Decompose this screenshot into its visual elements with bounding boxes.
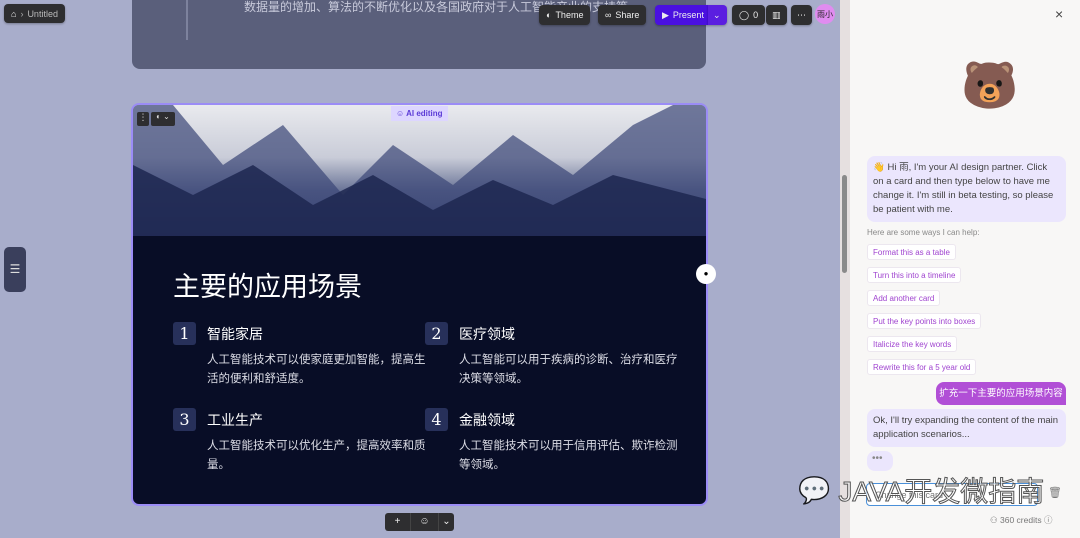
palette-icon: ◐ ⌄ [156, 112, 170, 121]
suggestion-chip[interactable]: Turn this into a timeline [867, 267, 962, 283]
more-button[interactable]: ⋯ [791, 5, 812, 25]
present-label: Present [672, 10, 704, 20]
mascot-illustration: 🐻 [961, 59, 1019, 111]
avatar-initials: 雨小 [817, 9, 833, 19]
credits-label: 360 credits [999, 515, 1042, 525]
mountain-image [133, 105, 706, 236]
outline-toggle[interactable]: ☰ [4, 247, 26, 292]
item-number: 4 [425, 408, 448, 431]
palette-icon: ◐ [546, 10, 552, 20]
item-number: 3 [173, 408, 196, 431]
credits-icon: ⚇ [990, 515, 1000, 525]
breadcrumb[interactable]: ⌂ › Untitled [4, 4, 65, 23]
close-icon[interactable]: × [1055, 6, 1063, 22]
item-number: 2 [425, 322, 448, 345]
comments-count: 0 [753, 10, 759, 20]
link-icon: ∞ [605, 10, 612, 20]
add-card-button[interactable]: + [385, 513, 410, 531]
present-dropdown[interactable]: ⌄ [708, 5, 727, 25]
item-title: 医疗领域 [459, 326, 515, 342]
typing-indicator: ••• [867, 451, 893, 471]
trash-icon[interactable]: 🗑 [1048, 486, 1062, 499]
more-icon: ⋯ [797, 9, 806, 20]
selected-card[interactable]: ⋮ ◐ ⌄ ☺ AI editing 主要的应用场景 1 智能家居人工智能技术可以… [131, 103, 708, 506]
comment-icon: ● [703, 269, 709, 278]
item-title: 金融领域 [459, 412, 515, 428]
suggestion-chip[interactable]: Add another card [867, 290, 941, 306]
share-button[interactable]: ∞ Share [598, 5, 647, 25]
item-desc: 人工智能技术可以用于信用评估、欺诈检测等领域。 [459, 440, 678, 471]
divider [186, 0, 188, 40]
avatar[interactable]: 雨小 [815, 4, 835, 24]
card-style-button[interactable]: ◐ ⌄ [151, 112, 175, 126]
suggestion-chip[interactable]: Rewrite this for a 5 year old [867, 359, 977, 375]
chevron-right-icon: › [20, 8, 24, 19]
comment-bubble-button[interactable]: ● [696, 264, 716, 284]
bar-chart-icon: ▥ [772, 9, 781, 20]
info-icon[interactable]: ⓘ [1044, 515, 1053, 525]
credits: ⚇ 360 credits ⓘ [990, 514, 1052, 526]
suggestion-chip[interactable]: Italicize the key words [867, 336, 958, 352]
ai-badge-label: AI editing [406, 109, 443, 118]
item-title: 智能家居 [207, 326, 263, 342]
comment-icon: ◯ [739, 9, 750, 20]
present-button[interactable]: ▶ Present [655, 5, 708, 25]
item-desc: 人工智能技术可以使家庭更加智能，提高生活的便利和舒适度。 [207, 354, 426, 385]
ai-add-button[interactable]: ☺ [410, 513, 438, 531]
analytics-button[interactable]: ▥ [766, 5, 787, 25]
item-desc: 人工智能可以用于疾病的诊断、治疗和医疗决策等领域。 [459, 354, 678, 385]
home-icon: ⌂ [11, 8, 17, 19]
user-message: 扩充一下主要的应用场景内容 [936, 382, 1066, 405]
suggestion-chip[interactable]: Format this as a table [867, 244, 956, 260]
play-icon: ▶ [662, 9, 669, 20]
share-label: Share [615, 10, 640, 20]
comments-button[interactable]: ◯ 0 [732, 5, 766, 25]
chat-input[interactable] [866, 483, 1038, 506]
theme-button[interactable]: ◐ Theme [539, 5, 591, 25]
chevron-down-icon[interactable]: ⌄ [438, 513, 454, 531]
chevron-down-icon: ⌄ [713, 9, 721, 20]
item-number: 1 [173, 322, 196, 345]
help-label: Here are some ways I can help: [867, 228, 980, 237]
item-title: 工业生产 [207, 412, 263, 428]
editor-canvas: 数据量的增加、算法的不断优化以及各国政府对于人工智能产业的支持等 ⌂ › Untit… [0, 0, 840, 538]
ai-reply-message: Ok, I'll try expanding the content of th… [867, 409, 1066, 447]
menu-icon: ☰ [9, 262, 21, 276]
theme-label: Theme [555, 10, 584, 20]
suggestion-chip[interactable]: Put the key points into boxes [867, 313, 982, 329]
ai-greeting-message: 👋 Hi 雨, I'm your AI design partner. Clic… [867, 156, 1066, 222]
card-title: 主要的应用场景 [173, 272, 362, 302]
add-card-toolbar: + ☺ ⌄ [385, 513, 454, 531]
scrollbar-thumb[interactable] [842, 175, 847, 273]
drag-handle[interactable]: ⋮ [137, 112, 149, 126]
ai-editing-badge: ☺ AI editing [391, 106, 448, 121]
robot-icon: ☺ [396, 109, 407, 118]
doc-title: Untitled [27, 8, 58, 19]
item-desc: 人工智能技术可以优化生产，提高效率和质量。 [207, 440, 426, 471]
